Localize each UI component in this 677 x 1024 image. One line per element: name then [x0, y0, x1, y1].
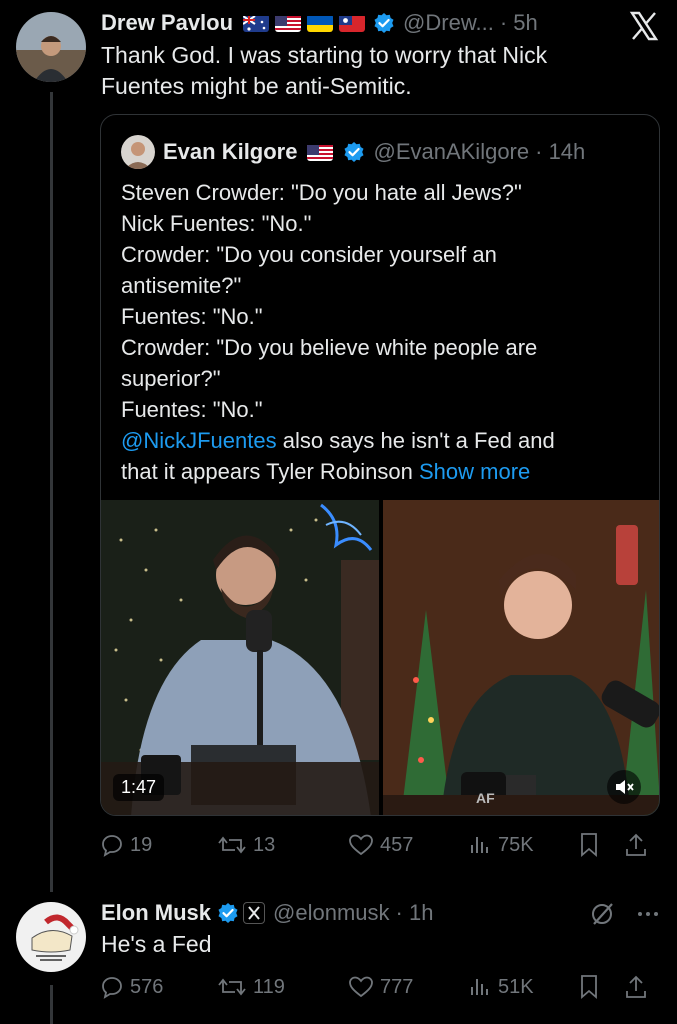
- ukraine-flag-icon: [307, 14, 334, 32]
- avatar-evan-kilgore[interactable]: [121, 135, 155, 169]
- verified-badge-icon: [343, 141, 365, 163]
- views-icon: [471, 979, 488, 995]
- heart-icon: [349, 834, 373, 856]
- reply-button[interactable]: 576: [100, 975, 217, 999]
- verified-badge-icon: [217, 902, 239, 924]
- tweet2-action-bar: 576 119 777 51K: [100, 972, 660, 1002]
- tweet1-text: Thank God. I was starting to worry that …: [101, 42, 548, 99]
- repost-button[interactable]: 119: [217, 975, 348, 999]
- tweet1-time[interactable]: · 5h: [500, 10, 538, 36]
- views-count: 51K: [498, 975, 534, 998]
- repost-count: 13: [253, 833, 276, 856]
- like-button[interactable]: 457: [348, 833, 468, 857]
- quote-text: Steven Crowder: "Do you hate all Jews?" …: [121, 177, 641, 487]
- repost-count: 119: [253, 975, 285, 998]
- quote-time[interactable]: · 14h: [535, 139, 585, 165]
- thread-line-top: [50, 92, 53, 892]
- x-affiliate-badge-icon: [243, 902, 266, 924]
- quote-line: Fuentes: "No.": [121, 304, 263, 329]
- verified-badge-icon: [373, 12, 395, 34]
- reply-count: 19: [130, 833, 153, 856]
- quote-line: Crowder: "Do you consider yourself an: [121, 242, 497, 267]
- views-button[interactable]: 51K: [468, 975, 578, 999]
- avatar-elon-musk[interactable]: [16, 902, 86, 972]
- views-button[interactable]: 75K: [468, 833, 578, 857]
- reply-count: 576: [130, 975, 164, 998]
- quoted-tweet-card[interactable]: Evan Kilgore @EvanAKilgore · 14h Steven …: [100, 114, 660, 816]
- mug-logo: AF: [476, 790, 495, 806]
- tweet2-handle[interactable]: @elonmusk: [273, 900, 390, 926]
- thread-line-bottom: [50, 985, 53, 1024]
- views-icon: [471, 837, 488, 853]
- repost-icon: [218, 978, 246, 996]
- like-button[interactable]: 777: [348, 975, 468, 999]
- quote-header: Evan Kilgore @EvanAKilgore · 14h: [163, 137, 585, 167]
- quote-line: Nick Fuentes: "No.": [121, 211, 312, 236]
- usa-flag-icon: [275, 14, 302, 32]
- quote-line: Fuentes: "No.": [121, 397, 263, 422]
- views-count: 75K: [498, 833, 534, 856]
- reply-icon: [102, 977, 122, 999]
- repost-icon: [218, 836, 246, 854]
- video-player[interactable]: AF 1:47: [101, 500, 659, 815]
- video-duration-badge: 1:47: [113, 774, 165, 801]
- tweet1-header: Drew Pavlou @Drew... · 5h: [101, 8, 538, 38]
- quote-line: Crowder: "Do you believe white people ar…: [121, 335, 538, 360]
- quote-handle[interactable]: @EvanAKilgore: [373, 139, 529, 165]
- quote-line: Steven Crowder: "Do you hate all Jews?": [121, 180, 522, 205]
- bookmark-icon: [581, 975, 597, 999]
- quote-line: superior?": [121, 366, 221, 391]
- video-thumbnail: [101, 500, 659, 815]
- reply-icon: [102, 835, 122, 857]
- mention-link[interactable]: @NickJFuentes: [121, 428, 277, 453]
- repost-button[interactable]: 13: [217, 833, 348, 857]
- grok-icon[interactable]: [588, 900, 616, 928]
- bookmark-icon: [581, 833, 597, 857]
- tweet2-author-name[interactable]: Elon Musk: [101, 900, 211, 926]
- more-options-icon[interactable]: [634, 900, 662, 928]
- like-count: 457: [380, 833, 414, 856]
- quote-line: that it appears Tyler Robinson: [121, 459, 419, 484]
- x-logo-icon[interactable]: [628, 10, 660, 42]
- heart-icon: [349, 976, 373, 998]
- share-icon: [626, 833, 646, 856]
- share-button[interactable]: [624, 832, 654, 858]
- like-count: 777: [380, 975, 414, 998]
- tweet1-action-bar: 19 13 457 75K: [100, 830, 660, 860]
- tweet2-text: He's a Fed: [101, 931, 212, 957]
- usa-flag-icon: [307, 143, 334, 161]
- mute-icon[interactable]: [607, 770, 641, 804]
- show-more-link[interactable]: Show more: [419, 459, 530, 484]
- australia-flag-icon: [243, 14, 270, 32]
- bookmark-button[interactable]: [578, 832, 624, 858]
- tweet2-header: Elon Musk @elonmusk · 1h: [101, 898, 433, 928]
- tweet1-author-name[interactable]: Drew Pavlou: [101, 10, 233, 36]
- reply-button[interactable]: 19: [100, 833, 217, 857]
- quote-author-name[interactable]: Evan Kilgore: [163, 139, 297, 165]
- tweet2-time[interactable]: · 1h: [396, 900, 434, 926]
- quote-line: also says he isn't a Fed and: [276, 428, 555, 453]
- taiwan-flag-icon: [339, 14, 366, 32]
- tweet1-handle[interactable]: @Drew...: [403, 10, 494, 36]
- share-icon: [626, 975, 646, 998]
- bookmark-button[interactable]: [578, 974, 624, 1000]
- avatar-drew-pavlou[interactable]: [16, 12, 86, 82]
- share-button[interactable]: [624, 974, 654, 1000]
- quote-line: antisemite?": [121, 273, 242, 298]
